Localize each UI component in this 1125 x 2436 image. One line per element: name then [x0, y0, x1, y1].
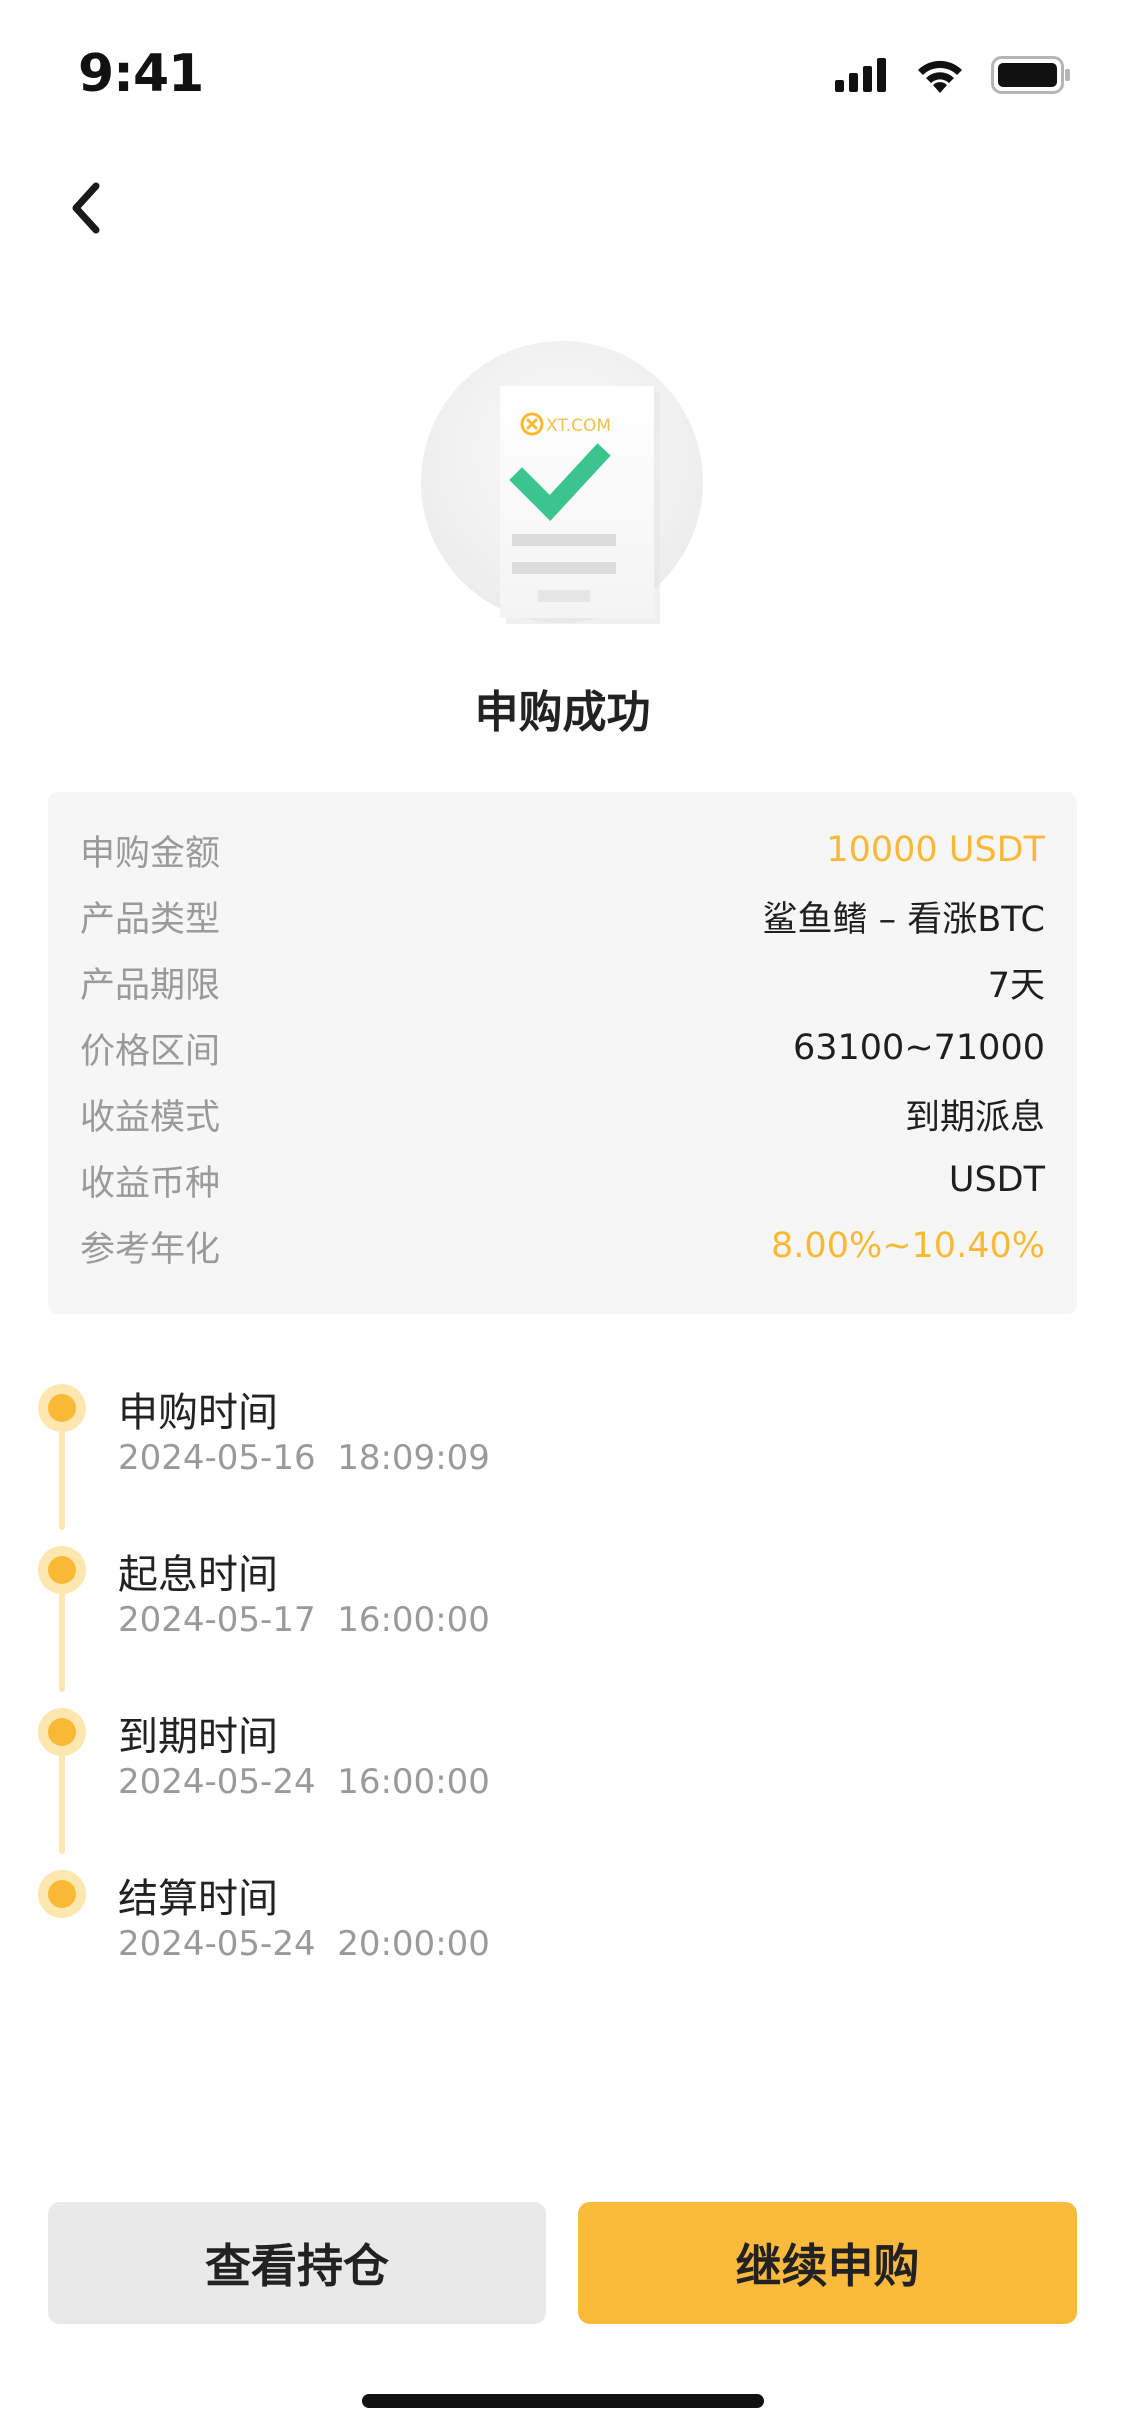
timeline-dot: [38, 1384, 86, 1432]
timeline-time: 2024-05-17 16:00:00: [118, 1600, 490, 1640]
signal-icon: [835, 58, 889, 96]
detail-row-yield-mode: 收益模式 到期派息: [80, 1084, 1045, 1144]
brand-logo-text: XT.COM: [546, 416, 611, 436]
detail-row-annual-rate: 参考年化 8.00%~10.40%: [80, 1216, 1045, 1276]
detail-value: 鲨鱼鳍 – 看涨BTC: [762, 899, 1045, 940]
detail-label: 产品类型: [80, 899, 221, 940]
wifi-icon: [915, 57, 965, 97]
status-icons: [835, 56, 1071, 98]
detail-value: 到期派息: [904, 1097, 1045, 1138]
detail-row-price-range: 价格区间 63100~71000: [80, 1018, 1045, 1078]
continue-subscribe-button[interactable]: 继续申购: [578, 2202, 1077, 2324]
detail-label: 参考年化: [80, 1229, 221, 1270]
detail-value: 7天: [987, 965, 1045, 1006]
timeline-title: 申购时间: [118, 1390, 278, 1436]
status-time: 9:41: [78, 44, 204, 104]
timeline-time: 2024-05-24 16:00:00: [118, 1762, 490, 1802]
detail-label: 收益模式: [80, 1097, 221, 1138]
detail-row-amount: 申购金额 10000 USDT: [80, 820, 1045, 880]
battery-icon: [991, 56, 1071, 98]
detail-value: USDT: [948, 1160, 1045, 1200]
success-title: 申购成功: [474, 687, 651, 738]
success-illustration: XT.COM: [420, 340, 704, 624]
timeline-connector: [59, 1754, 65, 1854]
detail-value: 10000 USDT: [826, 830, 1045, 870]
detail-row-term: 产品期限 7天: [80, 952, 1045, 1012]
detail-value: 8.00%~10.40%: [771, 1226, 1045, 1266]
detail-label: 价格区间: [80, 1031, 221, 1072]
timeline-time: 2024-05-24 20:00:00: [118, 1924, 490, 1964]
timeline-dot: [38, 1708, 86, 1756]
chevron-left-icon: [66, 180, 106, 240]
detail-label: 产品期限: [80, 965, 221, 1006]
detail-label: 申购金额: [80, 833, 221, 874]
detail-value: 63100~71000: [792, 1028, 1045, 1068]
detail-label: 收益币种: [80, 1163, 221, 1204]
timeline-title: 结算时间: [118, 1876, 278, 1922]
detail-row-yield-currency: 收益币种 USDT: [80, 1150, 1045, 1210]
timeline-title: 到期时间: [118, 1714, 278, 1760]
timeline-dot: [38, 1546, 86, 1594]
timeline: 申购时间 2024-05-16 18:09:09 起息时间 2024-05-17…: [0, 1360, 1125, 2000]
view-positions-button[interactable]: 查看持仓: [48, 2202, 546, 2324]
timeline-dot: [38, 1870, 86, 1918]
subscription-details-card: 申购金额 10000 USDT 产品类型 鲨鱼鳍 – 看涨BTC 产品期限 7天…: [48, 792, 1077, 1314]
timeline-time: 2024-05-16 18:09:09: [118, 1438, 490, 1478]
back-button[interactable]: [36, 160, 136, 260]
detail-row-product-type: 产品类型 鲨鱼鳍 – 看涨BTC: [80, 886, 1045, 946]
timeline-title: 起息时间: [118, 1552, 278, 1598]
timeline-connector: [59, 1592, 65, 1692]
status-bar: 9:41: [0, 0, 1125, 150]
timeline-connector: [59, 1430, 65, 1530]
home-indicator: [362, 2394, 764, 2408]
